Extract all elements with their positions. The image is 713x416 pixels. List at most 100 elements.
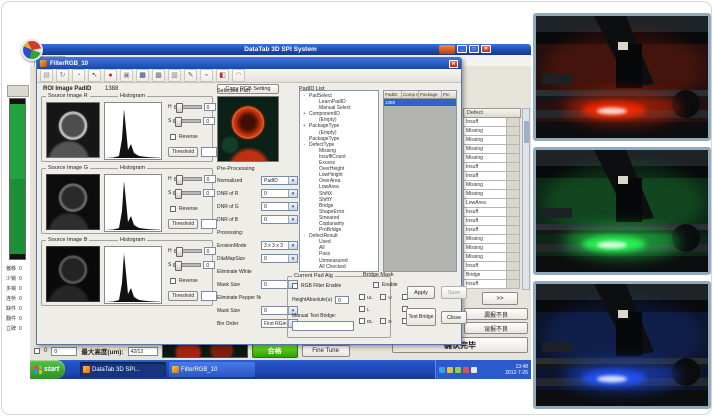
reverse-checkbox[interactable] [170, 278, 176, 284]
image-icon[interactable]: ▩ [152, 69, 165, 82]
update-icon[interactable] [463, 367, 469, 373]
start-button[interactable]: start [30, 360, 65, 379]
bridge-mask-checkbox[interactable] [380, 294, 386, 300]
open-icon[interactable]: ▤ [40, 69, 53, 82]
hue-value-field[interactable]: 0 [204, 103, 216, 111]
hue-slider[interactable] [174, 177, 202, 181]
chevron-down-icon[interactable]: ▾ [288, 242, 297, 249]
defect-row[interactable]: Insuff [463, 262, 521, 271]
defect-row[interactable]: Missing [463, 253, 521, 262]
tree-item[interactable]: All Checked [302, 264, 378, 270]
padid-grid-selected-row[interactable]: 1388 [384, 99, 456, 106]
tree-expand-icon[interactable]: - [302, 142, 307, 148]
defect-detail-button[interactable] [507, 208, 520, 217]
hue-value-field[interactable]: 0 [204, 247, 216, 255]
pass-button[interactable]: 合格 [252, 344, 298, 358]
tree-expand-icon[interactable]: - [302, 233, 307, 239]
more-button[interactable]: >> [482, 292, 518, 305]
ime-icon[interactable] [471, 367, 477, 373]
chevron-down-icon[interactable]: ▾ [288, 190, 297, 197]
defect-detail-button[interactable] [507, 217, 520, 226]
defect-row[interactable]: Missing [463, 235, 521, 244]
defect-detail-button[interactable] [507, 172, 520, 181]
preprocessing-dropdown[interactable]: 0 ▾ [261, 202, 298, 211]
defect-row[interactable]: Insuff [463, 226, 521, 235]
refresh-icon[interactable]: ↻ [56, 69, 69, 82]
close-button[interactable]: ✕ [481, 45, 491, 53]
preprocessing-dropdown[interactable]: 0 ▾ [261, 215, 298, 224]
bridge-mask-checkbox[interactable] [380, 318, 386, 324]
volume-icon[interactable] [455, 367, 461, 373]
hue-slider[interactable] [174, 249, 202, 253]
defect-detail-button[interactable] [507, 199, 520, 208]
defect-row[interactable]: Missing [463, 145, 521, 154]
tree-expand-icon[interactable]: + [302, 111, 307, 117]
defect-detail-button[interactable] [507, 226, 520, 235]
defect-detail-button[interactable] [507, 280, 520, 289]
threshold-value-field[interactable] [201, 147, 217, 157]
main-titlebar[interactable]: DataTab 3D SPI System _ □ ✕ [30, 44, 531, 55]
defect-detail-button[interactable] [507, 262, 520, 271]
apply-button[interactable]: Apply [407, 286, 435, 299]
taskbar-app-button[interactable]: DataTab 3D SPI... [80, 362, 166, 377]
camera-icon[interactable]: ▣ [120, 69, 133, 82]
defect-row[interactable]: LowArea [463, 199, 521, 208]
defect-detail-button[interactable] [507, 181, 520, 190]
defect-row[interactable]: Missing [463, 127, 521, 136]
bridge-mask-checkbox[interactable] [359, 318, 365, 324]
status-checkbox[interactable] [34, 348, 40, 354]
scrollbar-thumb[interactable] [524, 121, 529, 143]
tree-expand-icon[interactable]: + [302, 123, 307, 129]
taskbar-app-button[interactable]: FilterRGB_10 [169, 362, 255, 377]
test-bridge-button[interactable]: Test Bridge [406, 308, 436, 326]
pencil-icon[interactable]: ✎ [184, 69, 197, 82]
sat-value-field[interactable]: 0 [203, 117, 215, 125]
defect-row[interactable]: Missing [463, 154, 521, 163]
defect-row[interactable]: Insuff [463, 163, 521, 172]
maximize-button[interactable]: □ [469, 45, 479, 53]
defect-row[interactable]: Missing [463, 190, 521, 199]
hue-value-field[interactable]: 0 [204, 175, 216, 183]
reverse-checkbox[interactable] [170, 206, 176, 212]
rgb-icon[interactable]: ◧ [216, 69, 229, 82]
defect-column-header[interactable]: Defect [463, 108, 521, 118]
sat-slider[interactable] [173, 263, 201, 267]
preprocessing-dropdown[interactable]: 3 x 3 x 3 ▾ [261, 241, 298, 250]
defect-detail-button[interactable] [507, 145, 520, 154]
minimize-button[interactable]: _ [457, 45, 467, 53]
defect-detail-button[interactable] [507, 253, 520, 262]
alert-icon[interactable]: ◠ [232, 69, 245, 82]
sat-value-field[interactable]: 0 [203, 189, 215, 197]
threshold-value-field[interactable] [201, 291, 217, 301]
tree-expand-icon[interactable] [312, 264, 317, 270]
bridge-mask-checkbox[interactable] [359, 306, 365, 312]
wand-icon[interactable]: ⌁ [200, 69, 213, 82]
padid-grid-header[interactable]: PadID Comp ID Package Pin [384, 91, 456, 99]
status-count2-field[interactable]: 0 [51, 347, 77, 356]
defect-row[interactable]: Insuff [463, 280, 521, 289]
defect-row[interactable]: Missing [463, 136, 521, 145]
rgb-filter-enable-checkbox[interactable] [292, 283, 298, 289]
defect-row[interactable]: Insuff [463, 172, 521, 181]
defect-detail-button[interactable] [507, 154, 520, 163]
dialog-titlebar[interactable]: FilterRGB_10 ✕ [37, 58, 461, 69]
defect-row[interactable]: Insuff [463, 208, 521, 217]
defect-detail-button[interactable] [507, 127, 520, 136]
chevron-down-icon[interactable]: ▾ [288, 216, 297, 223]
zoom-icon[interactable]: ◔ [72, 69, 85, 82]
defect-detail-button[interactable] [507, 271, 520, 280]
sat-slider[interactable] [173, 119, 201, 123]
threshold-button[interactable]: Threshold [168, 291, 198, 301]
chevron-down-icon[interactable]: ▾ [288, 203, 297, 210]
close-dialog-button[interactable]: Close [441, 311, 467, 324]
network-icon[interactable] [439, 367, 445, 373]
chevron-down-icon[interactable]: ▾ [288, 255, 297, 262]
defect-row[interactable]: Missing [463, 244, 521, 253]
height-absolute-field[interactable]: 0 [335, 296, 349, 304]
threshold-button[interactable]: Threshold [168, 147, 198, 157]
defect-detail-button[interactable] [507, 235, 520, 244]
defect-row[interactable]: Missing [463, 181, 521, 190]
max-height-value[interactable]: 42/12 [128, 347, 158, 356]
bridge-mask-checkbox[interactable] [359, 294, 365, 300]
defect-row[interactable]: Bridge [463, 271, 521, 280]
